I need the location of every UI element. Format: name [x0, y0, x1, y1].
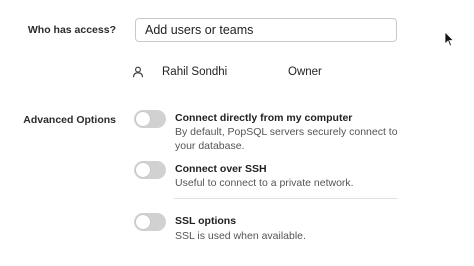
toggle-knob — [136, 112, 150, 126]
ssl-options-title: SSL options — [175, 215, 237, 227]
member-role: Owner — [288, 66, 322, 78]
connect-ssh-toggle[interactable] — [134, 161, 166, 179]
ssl-options-description: SSL is used when available. — [175, 230, 306, 242]
person-icon — [132, 65, 144, 78]
member-name: Rahil Sondhi — [162, 66, 228, 78]
ssl-options-toggle[interactable] — [134, 213, 166, 231]
toggle-knob — [136, 163, 150, 177]
connect-directly-toggle[interactable] — [134, 110, 166, 128]
add-users-input[interactable]: Add users or teams — [135, 18, 397, 42]
toggle-knob — [136, 215, 150, 229]
advanced-options-label: Advanced Options — [23, 114, 116, 126]
connect-ssh-description: Useful to connect to a private network. — [175, 177, 354, 189]
connect-directly-title: Connect directly from my computer — [175, 112, 353, 124]
connect-ssh-title: Connect over SSH — [175, 163, 267, 175]
mouse-cursor-icon — [444, 31, 455, 47]
divider — [174, 198, 398, 199]
access-label: Who has access? — [27, 24, 116, 36]
connect-directly-description: By default, PopSQL servers securely conn… — [175, 126, 398, 152]
